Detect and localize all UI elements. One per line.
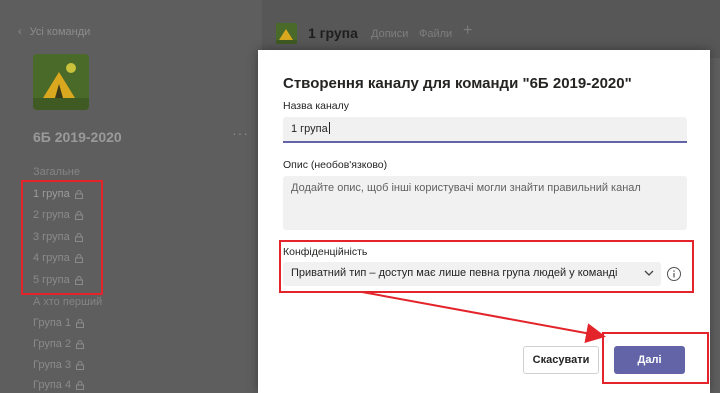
annotation-arrow <box>361 291 606 343</box>
